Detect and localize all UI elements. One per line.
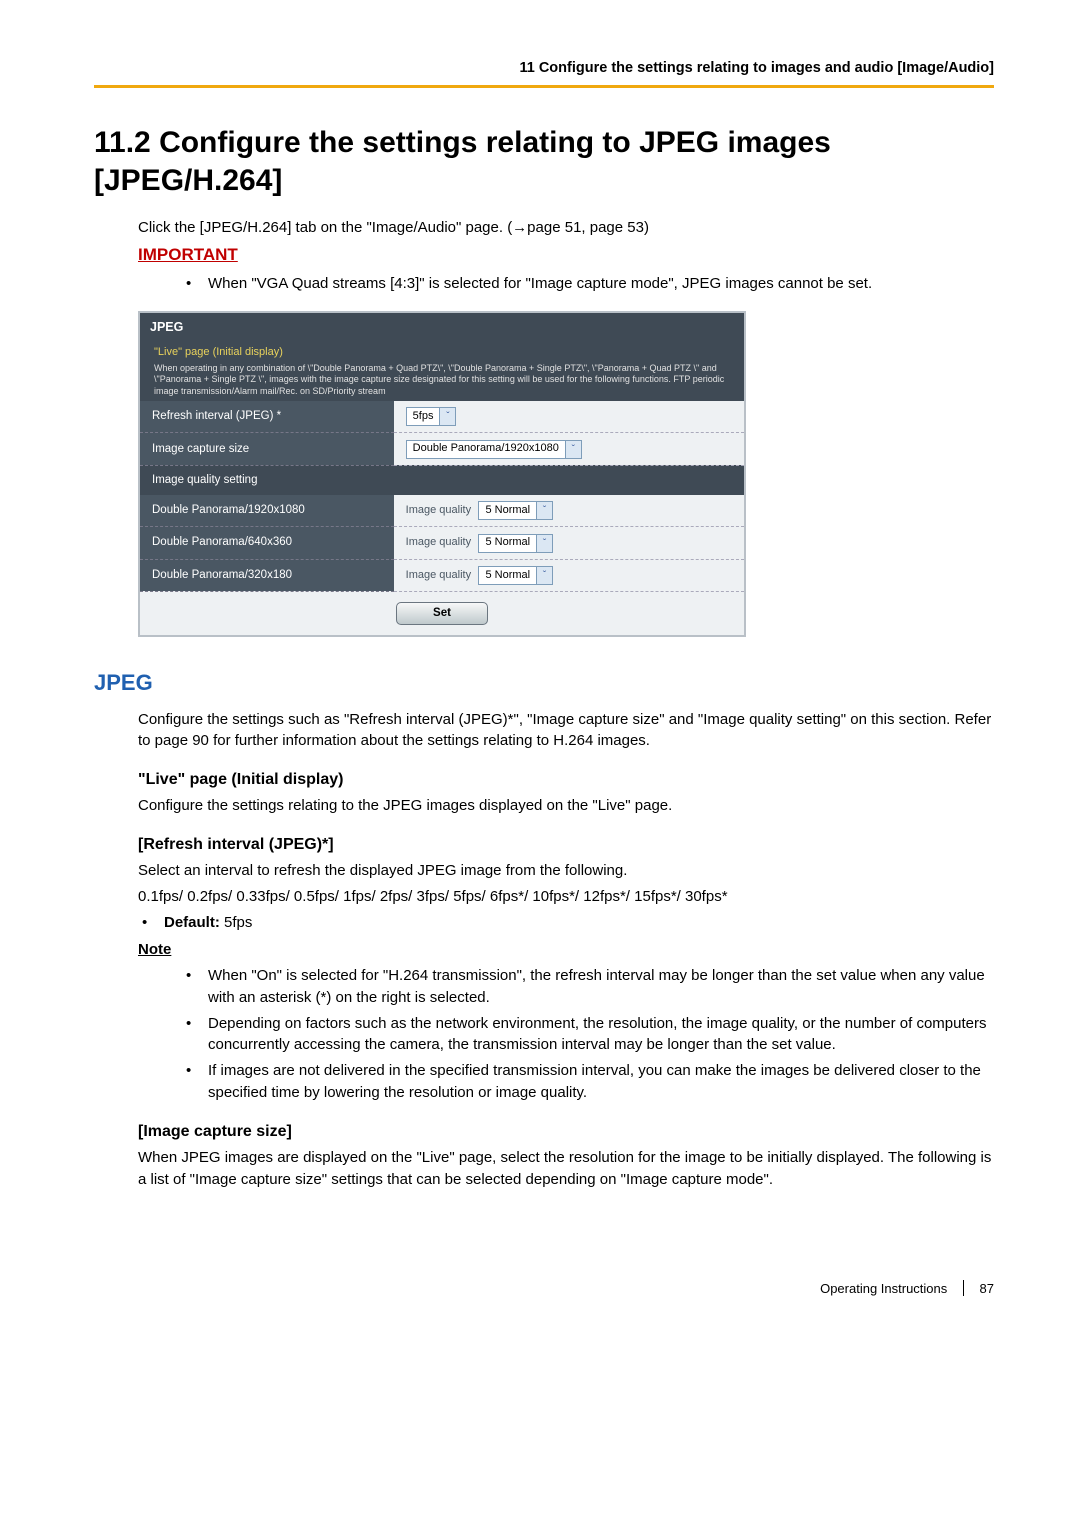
important-item: When "VGA Quad streams [4:3]" is selecte… [182,273,994,295]
live-page-paragraph: Configure the settings relating to the J… [138,795,994,817]
table-row: Refresh interval (JPEG) * 5fps ˇ [140,401,744,433]
page-number: 87 [980,1281,994,1296]
row-label: Double Panorama/320x180 [140,559,394,591]
image-quality-select[interactable]: 5 Normal ˇ [478,566,553,585]
row-label: Double Panorama/1920x1080 [140,495,394,527]
iq-prefix: Image quality [406,569,471,581]
table-row: Image capture size Double Panorama/1920x… [140,433,744,465]
important-list: When "VGA Quad streams [4:3]" is selecte… [182,273,994,295]
live-page-heading: "Live" page (Initial display) [138,768,994,791]
default-list: Default: 5fps [138,912,994,934]
jpeg-settings-panel: JPEG "Live" page (Initial display) When … [138,311,746,637]
row-label: Double Panorama/640x360 [140,527,394,559]
section-title: 11.2 Configure the settings relating to … [94,124,994,199]
panel-subdesc: When operating in any combination of \"D… [154,363,730,397]
refresh-paragraph: Select an interval to refresh the displa… [138,860,994,882]
set-button[interactable]: Set [396,602,488,625]
image-capture-size-select[interactable]: Double Panorama/1920x1080 ˇ [406,440,582,459]
panel-subheader: "Live" page (Initial display) When opera… [140,341,744,401]
section-header: Image quality setting [140,465,744,494]
default-item: Default: 5fps [138,912,994,934]
table-row: Double Panorama/1920x1080 Image quality … [140,495,744,527]
note-label: Note [138,939,994,961]
intro-paragraph: Click the [JPEG/H.264] tab on the "Image… [138,217,994,239]
important-label: IMPORTANT [138,243,994,268]
page-footer: Operating Instructions 87 [94,1280,994,1299]
image-quality-select[interactable]: 5 Normal ˇ [478,501,553,520]
note-item: If images are not delivered in the speci… [182,1060,994,1104]
default-value: 5fps [220,914,253,931]
iq-prefix: Image quality [406,536,471,548]
chevron-down-icon: ˇ [536,535,552,552]
footer-label: Operating Instructions [820,1281,947,1296]
chevron-down-icon: ˇ [536,502,552,519]
capsize-heading: [Image capture size] [138,1120,994,1143]
note-item: Depending on factors such as the network… [182,1013,994,1057]
chevron-down-icon: ˇ [439,408,455,425]
chevron-down-icon: ˇ [536,567,552,584]
capsize-paragraph: When JPEG images are displayed on the "L… [138,1147,994,1191]
row-label: Refresh interval (JPEG) * [140,401,394,433]
panel-title: JPEG [140,313,744,341]
panel-subtitle: "Live" page (Initial display) [154,345,730,361]
refresh-heading: [Refresh interval (JPEG)*] [138,833,994,856]
note-item: When "On" is selected for "H.264 transmi… [182,965,994,1009]
section-header-row: Image quality setting [140,465,744,494]
image-quality-select[interactable]: 5 Normal ˇ [478,534,553,553]
refresh-interval-select[interactable]: 5fps ˇ [406,407,457,426]
jpeg-heading: JPEG [94,667,994,699]
table-row: Double Panorama/640x360 Image quality 5 … [140,527,744,559]
chevron-down-icon: ˇ [565,441,581,458]
row-label: Image capture size [140,433,394,465]
table-row: Double Panorama/320x180 Image quality 5 … [140,559,744,591]
jpeg-intro: Configure the settings such as "Refresh … [138,709,994,753]
default-label: Default: [164,914,220,931]
page-header: 11 Configure the settings relating to im… [94,58,994,88]
note-list: When "On" is selected for "H.264 transmi… [182,965,994,1104]
breadcrumb: 11 Configure the settings relating to im… [94,58,994,79]
iq-prefix: Image quality [406,504,471,516]
set-button-row: Set [140,591,744,634]
footer-divider [963,1280,964,1296]
refresh-values: 0.1fps/ 0.2fps/ 0.33fps/ 0.5fps/ 1fps/ 2… [138,886,994,908]
